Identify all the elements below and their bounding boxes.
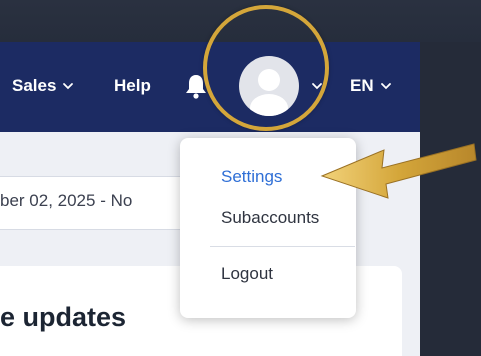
dropdown-divider	[210, 246, 355, 247]
nav-help[interactable]: Help	[114, 76, 151, 96]
updates-card-title: e updates	[0, 302, 127, 332]
highlight-circle	[203, 5, 329, 131]
chevron-down-icon	[63, 83, 74, 90]
dropdown-item-settings[interactable]: Settings	[221, 167, 282, 187]
language-label: EN	[350, 76, 374, 95]
chevron-down-icon	[380, 83, 391, 90]
language-selector[interactable]: EN	[350, 76, 392, 96]
nav-sales[interactable]: Sales	[12, 76, 74, 96]
page-backdrop-right	[420, 42, 481, 356]
date-range-text: ber 02, 2025 - No	[0, 191, 133, 210]
nav-sales-label: Sales	[12, 76, 57, 95]
dropdown-item-subaccounts[interactable]: Subaccounts	[221, 208, 319, 228]
dropdown-item-logout[interactable]: Logout	[221, 264, 273, 284]
nav-help-label: Help	[114, 76, 151, 95]
account-dropdown-menu	[180, 138, 356, 318]
